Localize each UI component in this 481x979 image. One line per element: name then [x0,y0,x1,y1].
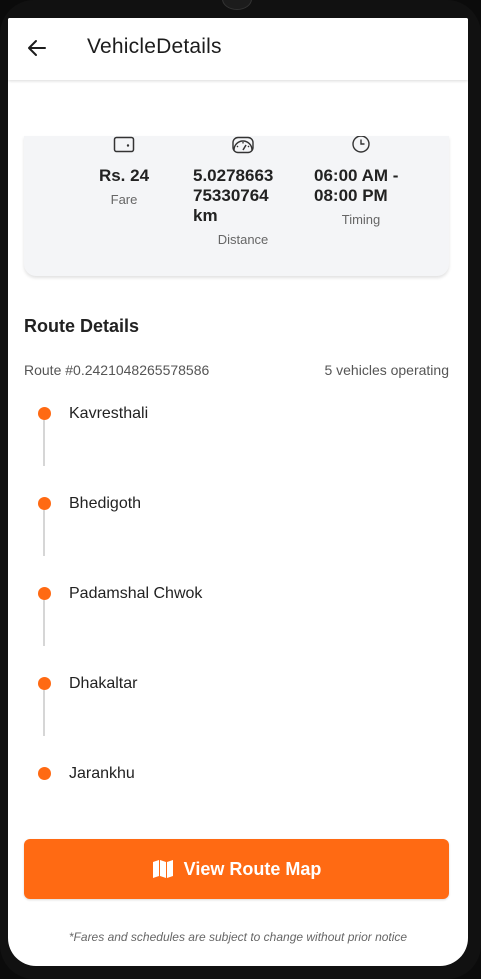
distance-value-line2: 75330764 [193,186,269,205]
stop-name: Kavresthali [69,405,149,422]
distance-label: Distance [217,232,269,247]
timing-value-line1: 06:00 AM - [314,166,399,185]
route-details-heading: Route Details [24,316,140,336]
stop-name: Jarankhu [69,765,135,782]
timing-stat: 06:00 AM - 08:00 PM Timing [306,136,416,227]
view-route-map-label: View Route Map [183,858,322,879]
map-icon [152,860,173,878]
app-screen: VehicleDetails Rs. 24 Fare 5.0278663 753… [8,18,468,966]
wallet-icon [113,136,135,153]
timeline-connector [43,690,45,736]
fare-stat: Rs. 24 Fare [84,136,164,207]
fare-value: Rs. 24 [98,166,150,185]
timing-value-line2: 08:00 PM [314,186,388,205]
back-arrow-icon[interactable] [25,36,49,60]
timeline-connector [43,600,45,646]
speedometer-icon [232,136,254,154]
app-header: VehicleDetails [8,18,468,80]
stop-dot [38,497,51,510]
distance-stat: 5.0278663 75330764 km Distance [193,136,293,247]
route-id: Route #0.2421048265578586 [24,362,210,378]
page-title: VehicleDetails [87,35,222,58]
disclaimer-note: *Fares and schedules are subject to chan… [68,930,408,944]
timing-label: Timing [341,212,381,227]
timeline-connector [43,420,45,466]
distance-value-line1: 5.0278663 [193,166,274,185]
stop-dot [38,587,51,600]
view-route-map-button[interactable]: View Route Map [24,839,449,899]
fare-label: Fare [110,192,138,207]
stop-dot [38,677,51,690]
distance-value-line3: km [193,206,218,225]
timeline-connector [43,510,45,556]
clock-icon [352,136,370,153]
device-frame: VehicleDetails Rs. 24 Fare 5.0278663 753… [0,0,481,979]
stop-dot [38,767,51,780]
stop-name: Dhakaltar [69,675,138,692]
stop-name: Padamshal Chwok [69,585,203,602]
stop-dot [38,407,51,420]
stats-card: Rs. 24 Fare 5.0278663 75330764 km Distan… [24,136,449,276]
vehicles-operating: 5 vehicles operating [324,362,449,378]
stop-name: Bhedigoth [69,495,142,512]
camera-notch [222,0,252,10]
